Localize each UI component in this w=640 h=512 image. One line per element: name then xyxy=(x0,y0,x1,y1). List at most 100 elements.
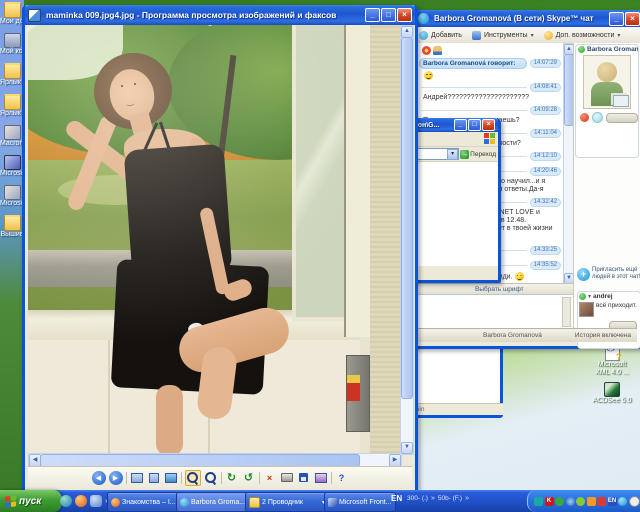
tray-icon-green[interactable] xyxy=(555,497,564,506)
explorer-titlebar[interactable]: юн\G... _ □ × xyxy=(411,118,498,132)
rotate-counterclockwise-button[interactable]: ↺ xyxy=(242,471,256,485)
print-button[interactable] xyxy=(280,471,294,485)
user-quicklaunch-icon[interactable] xyxy=(90,495,102,507)
language-indicator[interactable]: EN xyxy=(391,494,402,503)
firefox-quicklaunch-icon[interactable] xyxy=(75,495,87,507)
hangup-call-button[interactable] xyxy=(580,113,589,122)
slideshow-icon xyxy=(165,473,177,483)
delete-button[interactable]: × xyxy=(263,471,277,485)
minimize-button[interactable]: _ xyxy=(454,119,467,131)
folder-icon xyxy=(4,2,21,18)
mini-toolbar-item[interactable]: 300- (.) xyxy=(407,495,428,502)
actual-size-button[interactable] xyxy=(147,471,161,485)
scrollbar-thumb[interactable] xyxy=(401,37,413,399)
system-tray: K EN 22:17 xyxy=(527,490,640,512)
tray-icon-lime[interactable] xyxy=(576,497,585,506)
skype-titlebar[interactable]: Barbora Gromanová (В сети) Skype™ чат _ … xyxy=(415,10,640,27)
input-scrollbar[interactable] xyxy=(562,297,571,327)
zoom-in-button[interactable] xyxy=(185,470,201,486)
extras-icon xyxy=(544,31,553,40)
taskbar: пуск » Знакомства – I... Barbora Groma..… xyxy=(0,490,640,512)
desktop-icon-label: Macrom Stu xyxy=(0,140,24,148)
next-image-button[interactable]: ▶ xyxy=(109,471,123,485)
tray-icon-teal[interactable] xyxy=(534,497,543,506)
desktop-icon-shortcut-2[interactable]: Ярлык Grom xyxy=(0,94,24,118)
taskbar-button-frontpage[interactable]: Microsoft Front... xyxy=(324,492,396,512)
desktop-icon-shortcut-1[interactable]: Ярлык для Ж xyxy=(0,63,24,87)
mini-toolbar-item[interactable]: 50b- (F.) xyxy=(438,495,462,502)
viewer-vertical-scrollbar[interactable]: ▲ ▼ xyxy=(400,25,414,455)
tray-icon-clock-app[interactable] xyxy=(629,496,640,507)
video-call-button[interactable] xyxy=(592,112,603,123)
extras-menu[interactable]: Доп. возможности xyxy=(556,32,615,39)
tray-icon-language[interactable]: EN xyxy=(608,497,617,506)
folder-shortcut-icon xyxy=(4,63,21,79)
maximize-button[interactable]: □ xyxy=(381,8,396,22)
desktop-icon-app-2[interactable]: Microsoft xyxy=(0,185,24,208)
mini-toolbar-chevron[interactable]: » xyxy=(431,495,435,502)
best-fit-button[interactable] xyxy=(130,471,144,485)
close-button[interactable]: × xyxy=(397,8,412,22)
scroll-down-arrow[interactable]: ▼ xyxy=(401,442,413,454)
minimize-button[interactable]: _ xyxy=(609,12,624,26)
contact-name: andrej xyxy=(593,293,613,300)
address-dropdown-button[interactable]: ▾ xyxy=(447,149,458,160)
viewer-app-icon xyxy=(28,9,41,22)
online-status-icon xyxy=(578,46,585,53)
tray-icon-messenger[interactable] xyxy=(587,497,596,506)
application-icon xyxy=(4,155,21,170)
timestamp: 14:35:52 xyxy=(530,261,561,270)
edit-button[interactable] xyxy=(314,471,328,485)
desktop-icon-acdsee[interactable]: ACDSee 5.0 xyxy=(582,382,640,405)
desktop-icon-frontpage[interactable]: Microsoft Fr xyxy=(0,155,24,178)
taskbar-button-skype[interactable]: Barbora Groma... xyxy=(176,492,250,512)
chat-input-box[interactable] xyxy=(417,294,573,329)
close-button[interactable]: × xyxy=(625,12,640,26)
start-label: пуск xyxy=(19,496,41,507)
desktop-icon-my-computer[interactable]: Мой компью xyxy=(0,33,24,56)
tray-icon-red[interactable] xyxy=(597,497,606,506)
explorer-window-title: юн\G... xyxy=(414,122,453,129)
address-input[interactable]: ▾ xyxy=(413,148,459,160)
tools-menu[interactable]: Инструменты xyxy=(484,32,528,39)
desktop-icon-my-documents[interactable]: Мои докуме xyxy=(0,2,24,26)
panel-contact-name: Barbora Gromanová xyxy=(587,46,638,53)
mini-toolbar-chevron[interactable]: » xyxy=(465,495,469,502)
tray-icon-skype[interactable] xyxy=(618,497,627,506)
add-button[interactable]: Добавить xyxy=(431,32,462,39)
maximize-button[interactable]: □ xyxy=(468,119,481,131)
start-button[interactable]: пуск xyxy=(0,490,62,512)
zoom-out-button[interactable] xyxy=(204,471,218,485)
desktop-icon-app-1[interactable]: Macrom Stu xyxy=(0,125,24,148)
timestamp: 14:08:41 xyxy=(530,83,561,92)
invite-row[interactable]: + Пригласить ещё людей в этот чат! xyxy=(575,265,640,283)
toolbar-separator xyxy=(259,472,260,484)
save-button[interactable] xyxy=(297,471,311,485)
panel-contact-header[interactable]: Barbora Gromanová xyxy=(576,45,638,54)
close-button[interactable]: × xyxy=(482,119,495,131)
rotate-clockwise-button[interactable]: ↻ xyxy=(225,471,239,485)
toolbar-separator xyxy=(331,472,332,484)
previous-image-button[interactable]: ◀ xyxy=(92,471,106,485)
go-button[interactable]: → Переход xyxy=(460,150,496,159)
help-button[interactable]: ? xyxy=(335,471,349,485)
explorer-menubar xyxy=(411,132,498,147)
minimize-button[interactable]: _ xyxy=(365,8,380,22)
slideshow-button[interactable] xyxy=(164,471,178,485)
best-fit-icon xyxy=(131,473,143,483)
taskbar-button-explorer-group[interactable]: 2 Проводник ▾ xyxy=(245,492,329,512)
browser-quicklaunch-icon[interactable] xyxy=(60,495,72,507)
desktop-icon-folder-3[interactable]: Вышив xyxy=(0,215,24,239)
desktop-icon-label: Вышив xyxy=(0,231,24,239)
tray-icon-globe[interactable] xyxy=(566,497,575,506)
tray-icon-antivirus[interactable]: K xyxy=(545,497,554,506)
desktop-icon-label: Мой компью xyxy=(0,48,24,56)
taskbar-button-firefox[interactable]: Знакомства – I... xyxy=(107,492,181,512)
firefox-icon xyxy=(111,498,120,507)
call-action-button[interactable] xyxy=(606,113,638,123)
contact-header[interactable]: ▾ andrej xyxy=(578,292,640,301)
save-icon xyxy=(299,473,308,482)
viewer-titlebar[interactable]: maminka 009.jpg4.jpg - Программа просмот… xyxy=(25,5,415,25)
choose-font-link[interactable]: Выбрать шрифт xyxy=(475,286,524,293)
chevron-down-icon: ▾ xyxy=(531,32,534,39)
